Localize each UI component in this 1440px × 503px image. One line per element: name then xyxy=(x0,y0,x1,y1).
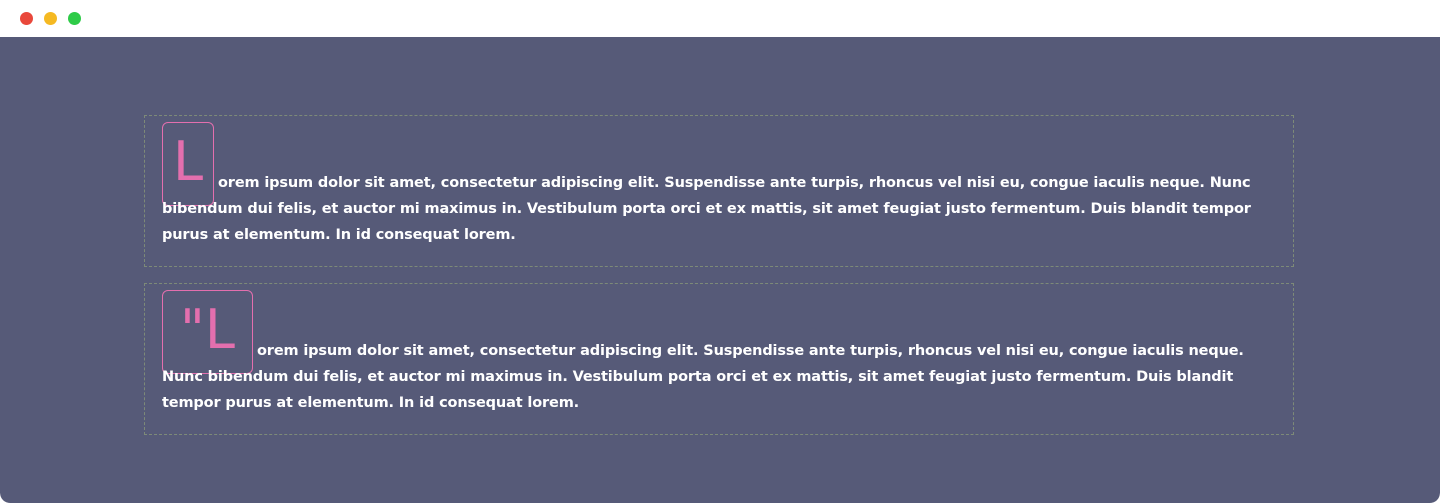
page-content: L orem ipsum dolor sit amet, consectetur… xyxy=(0,37,1440,503)
close-window-icon[interactable] xyxy=(20,12,33,25)
browser-window: L orem ipsum dolor sit amet, consectetur… xyxy=(0,0,1440,503)
window-titlebar xyxy=(0,0,1440,37)
minimize-window-icon[interactable] xyxy=(44,12,57,25)
dropcap-card-second: "L orem ipsum dolor sit amet, consectetu… xyxy=(144,283,1294,435)
paragraph-text: orem ipsum dolor sit amet, consectetur a… xyxy=(162,175,1251,243)
card-paragraph: orem ipsum dolor sit amet, consectetur a… xyxy=(162,338,1276,416)
card-paragraph: orem ipsum dolor sit amet, consectetur a… xyxy=(162,170,1276,248)
maximize-window-icon[interactable] xyxy=(68,12,81,25)
paragraph-text: orem ipsum dolor sit amet, consectetur a… xyxy=(162,343,1244,411)
dropcap-card-first: L orem ipsum dolor sit amet, consectetur… xyxy=(144,115,1294,267)
